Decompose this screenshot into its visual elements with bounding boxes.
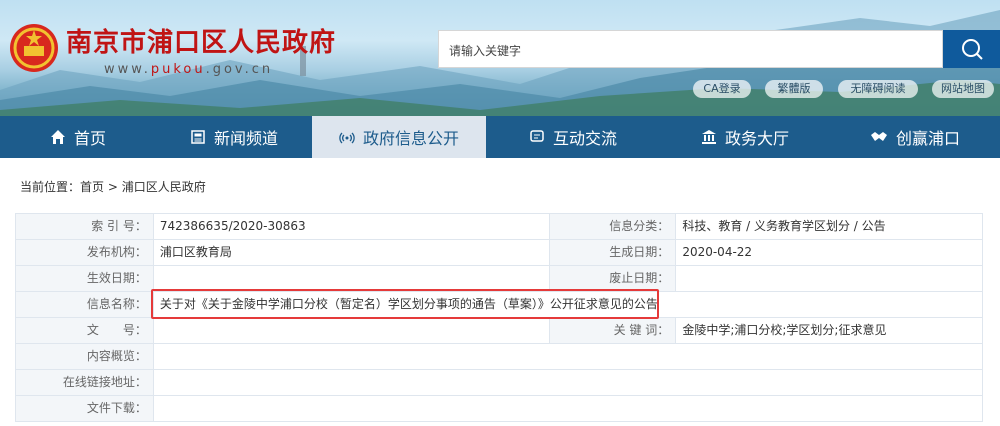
nav-service-hall-label: 政务大厅 [724,129,789,148]
nav-interaction-label: 互动交流 [552,129,617,148]
building-icon [701,130,716,144]
keywords-value: 金陵中学;浦口分校;学区划分;征求意见 [676,318,983,344]
search-input[interactable]: 请输入关键字 [438,30,943,68]
info-row-summary: 内容概览： [16,344,983,370]
site-url-prefix: www. [104,62,151,77]
accessibility-link[interactable]: 无障碍阅读 [838,80,918,98]
newspaper-icon [191,130,205,144]
sitemap-link[interactable]: 网站地图 [932,80,994,98]
handshake-icon [870,132,887,141]
file-download-label: 文件下载： [16,396,154,422]
info-row-publisher: 发布机构： 浦口区教育局 生成日期： 2020-04-22 [16,240,983,266]
site-url: www.pukou.gov.cn [104,62,273,77]
nav-invest[interactable]: 创赢浦口 [830,116,1000,158]
nav-gov-info-label: 政府信息公开 [362,129,459,148]
nav-service-hall[interactable]: 政务大厅 [660,116,830,158]
publisher-label: 发布机构： [16,240,154,266]
index-value: 742386635/2020-30863 [153,214,551,240]
online-link-value[interactable] [153,370,983,396]
search-button[interactable] [943,30,1000,68]
broadcast-icon [339,132,355,144]
doc-number-label: 文 号： [16,318,154,344]
ca-login-link[interactable]: CA登录 [693,80,751,98]
nav-news[interactable]: 新闻频道 [156,116,312,158]
breadcrumb-home[interactable]: 首页 [80,180,104,194]
nav-invest-label: 创赢浦口 [895,129,960,148]
info-table: 索 引 号： 742386635/2020-30863 信息分类： 科技、教育 … [15,213,983,422]
breadcrumb-current[interactable]: 浦口区人民政府 [122,180,206,194]
nav-gov-info[interactable]: 政府信息公开 [312,116,486,158]
info-name-label: 信息名称： [16,292,154,318]
nav-home[interactable]: 首页 [0,116,156,158]
created-date-value: 2020-04-22 [676,240,983,266]
header-banner: 南京市浦口区人民政府 www.pukou.gov.cn 请输入关键字 CA登录 … [0,0,1000,116]
utility-links: CA登录 繁體版 无障碍阅读 网站地图 [0,80,1000,98]
category-label: 信息分类： [550,214,677,240]
nav-news-label: 新闻频道 [213,129,278,148]
effective-date-value [153,266,551,292]
publisher-value: 浦口区教育局 [153,240,551,266]
nav-home-label: 首页 [73,129,106,148]
file-download-value[interactable] [153,396,983,422]
search-icon [961,39,983,60]
created-date-label: 生成日期： [550,240,677,266]
expired-date-value [676,266,983,292]
effective-date-label: 生效日期： [16,266,154,292]
expired-date-label: 废止日期： [550,266,677,292]
index-label: 索 引 号： [16,214,154,240]
breadcrumb-prefix: 当前位置： [20,180,81,194]
breadcrumb-separator: > [104,180,122,194]
site-title[interactable]: 南京市浦口区人民政府 [66,22,336,59]
info-name-value: 关于对《关于金陵中学浦口分校（暂定名）学区划分事项的通告（草案）》公开征求意见的… [153,292,983,318]
site-url-suffix: .gov.cn [205,62,274,77]
online-link-label: 在线链接地址： [16,370,154,396]
info-row-index: 索 引 号： 742386635/2020-30863 信息分类： 科技、教育 … [16,214,983,240]
national-emblem-icon [8,22,60,74]
traditional-chinese-link[interactable]: 繁體版 [765,80,823,98]
info-row-effective: 生效日期： 废止日期： [16,266,983,292]
info-row-link: 在线链接地址： [16,370,983,396]
category-value: 科技、教育 / 义务教育学区划分 / 公告 [676,214,983,240]
doc-number-value [153,318,551,344]
home-icon [50,130,65,144]
nav-interaction[interactable]: 互动交流 [486,116,660,158]
info-row-docno: 文 号： 关 键 词： 金陵中学;浦口分校;学区划分;征求意见 [16,318,983,344]
keywords-label: 关 键 词： [550,318,677,344]
info-row-name: 信息名称： 关于对《关于金陵中学浦口分校（暂定名）学区划分事项的通告（草案）》公… [16,292,983,318]
site-url-domain: pukou [150,62,206,77]
summary-value [153,344,983,370]
breadcrumb: 当前位置：首页 > 浦口区人民政府 [20,178,206,195]
info-row-download: 文件下载： [16,396,983,422]
chat-icon [530,130,544,142]
summary-label: 内容概览： [16,344,154,370]
main-nav: 首页 新闻频道 政府信息公开 互动交流 政务大厅 创赢浦口 [0,116,1000,158]
